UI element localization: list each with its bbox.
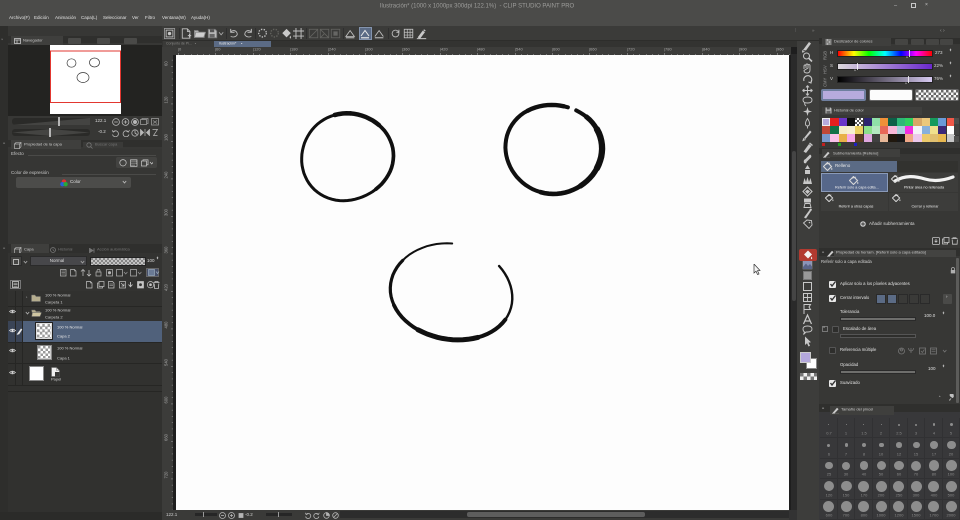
svg-text:720: 720	[164, 470, 169, 478]
svg-text:600: 600	[164, 395, 169, 403]
svg-text:480: 480	[164, 320, 169, 328]
svg-text:360: 360	[164, 245, 169, 253]
svg-text:660: 660	[164, 433, 169, 441]
svg-text:120: 120	[164, 95, 169, 103]
svg-text:540: 540	[164, 358, 169, 366]
svg-text:HSV: HSV	[823, 65, 828, 74]
svg-text:180: 180	[164, 133, 169, 141]
svg-text:420: 420	[164, 283, 169, 291]
svg-text:RGB: RGB	[823, 51, 828, 60]
svg-text:CMY: CMY	[823, 77, 828, 87]
svg-text:240: 240	[164, 170, 169, 178]
svg-text:60: 60	[164, 60, 169, 65]
svg-text:300: 300	[164, 208, 169, 216]
